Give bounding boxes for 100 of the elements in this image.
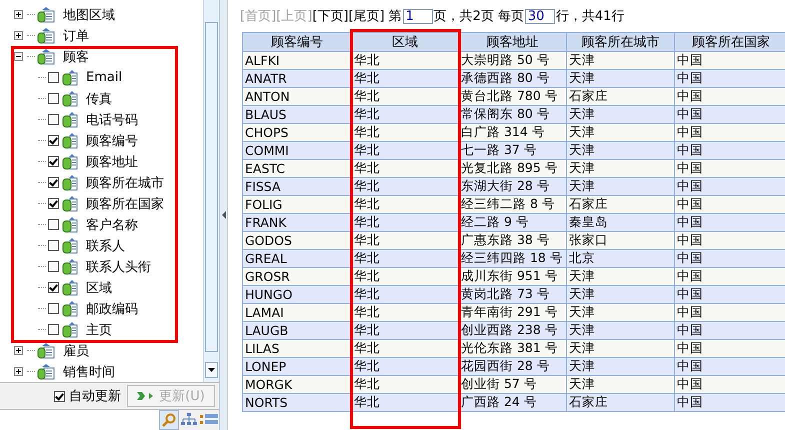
table-cell: 常保阁东 80 号: [458, 106, 566, 124]
table-cell: LAUGB: [242, 322, 352, 340]
hierarchy-icon[interactable]: [181, 413, 197, 428]
checkbox[interactable]: [48, 219, 59, 230]
table-cell: 承德西路 80 号: [458, 70, 566, 88]
column-header[interactable]: 顾客地址: [458, 32, 566, 52]
field-item[interactable]: 联系人: [86, 236, 125, 254]
table-cell: ANATR: [242, 70, 352, 88]
field-item[interactable]: 电话号码: [86, 110, 138, 128]
field-item[interactable]: 顾客所在国家: [86, 194, 164, 212]
pager-text: 每页: [498, 8, 524, 25]
checkbox[interactable]: [48, 156, 59, 167]
table-cell: 中国: [674, 268, 785, 286]
table-cell: 天津: [566, 358, 674, 376]
tree-node[interactable]: 销售时间: [63, 362, 115, 380]
table-cell: GROSR: [242, 268, 352, 286]
field-item[interactable]: 邮政编码: [86, 300, 138, 318]
table-cell: 青年南街 291 号: [458, 304, 566, 322]
field-item[interactable]: 联系人头衔: [86, 258, 151, 276]
table-cell: 华北: [352, 178, 458, 196]
checkbox[interactable]: [48, 303, 59, 314]
field-item[interactable]: 主页: [86, 320, 112, 338]
field-item[interactable]: 传真: [86, 90, 112, 108]
table-cell: 中国: [674, 340, 785, 358]
table-cell: LAMAI: [242, 304, 352, 322]
checkbox[interactable]: [48, 240, 59, 251]
checkbox[interactable]: [54, 390, 65, 402]
table-cell: 华北: [352, 160, 458, 178]
splitter-handle[interactable]: [222, 211, 226, 219]
field-item[interactable]: 顾客编号: [86, 132, 138, 150]
tree-node[interactable]: 雇员: [63, 342, 89, 360]
table-cell: 华北: [352, 250, 458, 268]
table-cell: ALFKI: [242, 52, 352, 70]
cylinder-list-icon: [37, 364, 55, 380]
table-cell: 广惠东路 38 号: [458, 232, 566, 250]
page-field[interactable]: 1: [402, 8, 433, 24]
table-cell: 经三纬二路 8 号: [458, 196, 566, 214]
field-item[interactable]: 顾客地址: [86, 152, 138, 170]
table-cell: 秦皇岛: [566, 214, 674, 232]
tree-node[interactable]: 地图区域: [63, 6, 115, 24]
table-cell: 经二路 9 号: [458, 214, 566, 232]
checkbox[interactable]: [48, 72, 59, 83]
rows-per-page-field[interactable]: 30: [524, 8, 555, 24]
table-cell: 七一路 37 号: [458, 142, 566, 160]
column-header[interactable]: 顾客所在城市: [566, 32, 674, 52]
table-cell: NORTS: [242, 394, 352, 412]
table-cell: 华北: [352, 376, 458, 394]
table-cell: 华北: [352, 394, 458, 412]
table-cell: 华北: [352, 268, 458, 286]
table-cell: LILAS: [242, 340, 352, 358]
table-cell: 中国: [674, 358, 785, 376]
checkbox[interactable]: [48, 177, 59, 188]
cylinder-list-icon: [62, 280, 78, 296]
expand-icon[interactable]: [14, 346, 23, 355]
field-item[interactable]: 客户名称: [86, 216, 138, 234]
table-cell: 天津: [566, 376, 674, 394]
column-header[interactable]: 顾客所在国家: [674, 32, 785, 52]
checkbox[interactable]: [48, 93, 59, 104]
column-header[interactable]: 区域: [352, 32, 458, 52]
checkbox[interactable]: [48, 324, 59, 335]
table-cell: 中国: [674, 394, 785, 412]
table-cell: BLAUS: [242, 106, 352, 124]
table-cell: 华北: [352, 286, 458, 304]
checkbox[interactable]: [48, 114, 59, 125]
checkbox[interactable]: [48, 282, 59, 293]
table-cell: 华北: [352, 70, 458, 88]
scroll-down-icon[interactable]: [208, 368, 215, 372]
field-item[interactable]: Email: [86, 70, 122, 85]
table-cell: 中国: [674, 196, 785, 214]
table-cell: 华北: [352, 340, 458, 358]
pager-link[interactable]: [尾页]: [348, 7, 385, 25]
checkbox[interactable]: [48, 261, 59, 272]
checkbox[interactable]: [48, 135, 59, 146]
field-item[interactable]: 顾客所在城市: [86, 174, 164, 192]
cylinder-list-icon: [62, 174, 78, 190]
table-cell: ANTON: [242, 88, 352, 106]
expand-icon[interactable]: [14, 367, 23, 376]
field-item[interactable]: 区域: [86, 278, 112, 296]
table-cell: 天津: [566, 70, 674, 88]
pager-link[interactable]: [下页]: [312, 7, 348, 25]
table-cell: 中国: [674, 142, 785, 160]
cylinder-list-icon: [37, 6, 55, 22]
column-header[interactable]: 顾客编号: [242, 32, 352, 52]
collapse-icon[interactable]: [14, 52, 23, 61]
table-cell: 大崇明路 50 号: [458, 52, 566, 70]
checkbox[interactable]: [48, 198, 59, 209]
table-cell: 中国: [674, 70, 785, 88]
expand-icon[interactable]: [14, 31, 23, 40]
scrollbar[interactable]: [203, 0, 219, 382]
table-cell: 黄台北路 780 号: [458, 88, 566, 106]
table-cell: 华北: [352, 232, 458, 250]
table-cell: FISSA: [242, 178, 352, 196]
cylinder-list-icon: [37, 342, 55, 358]
table-cell: 华北: [352, 304, 458, 322]
table-cell: 中国: [674, 250, 785, 268]
cylinder-list-icon: [37, 28, 55, 44]
tree-node[interactable]: 订单: [63, 26, 89, 44]
table-cell: 中国: [674, 304, 785, 322]
expand-icon[interactable]: [14, 10, 23, 19]
tree-node[interactable]: 顾客: [63, 48, 89, 66]
